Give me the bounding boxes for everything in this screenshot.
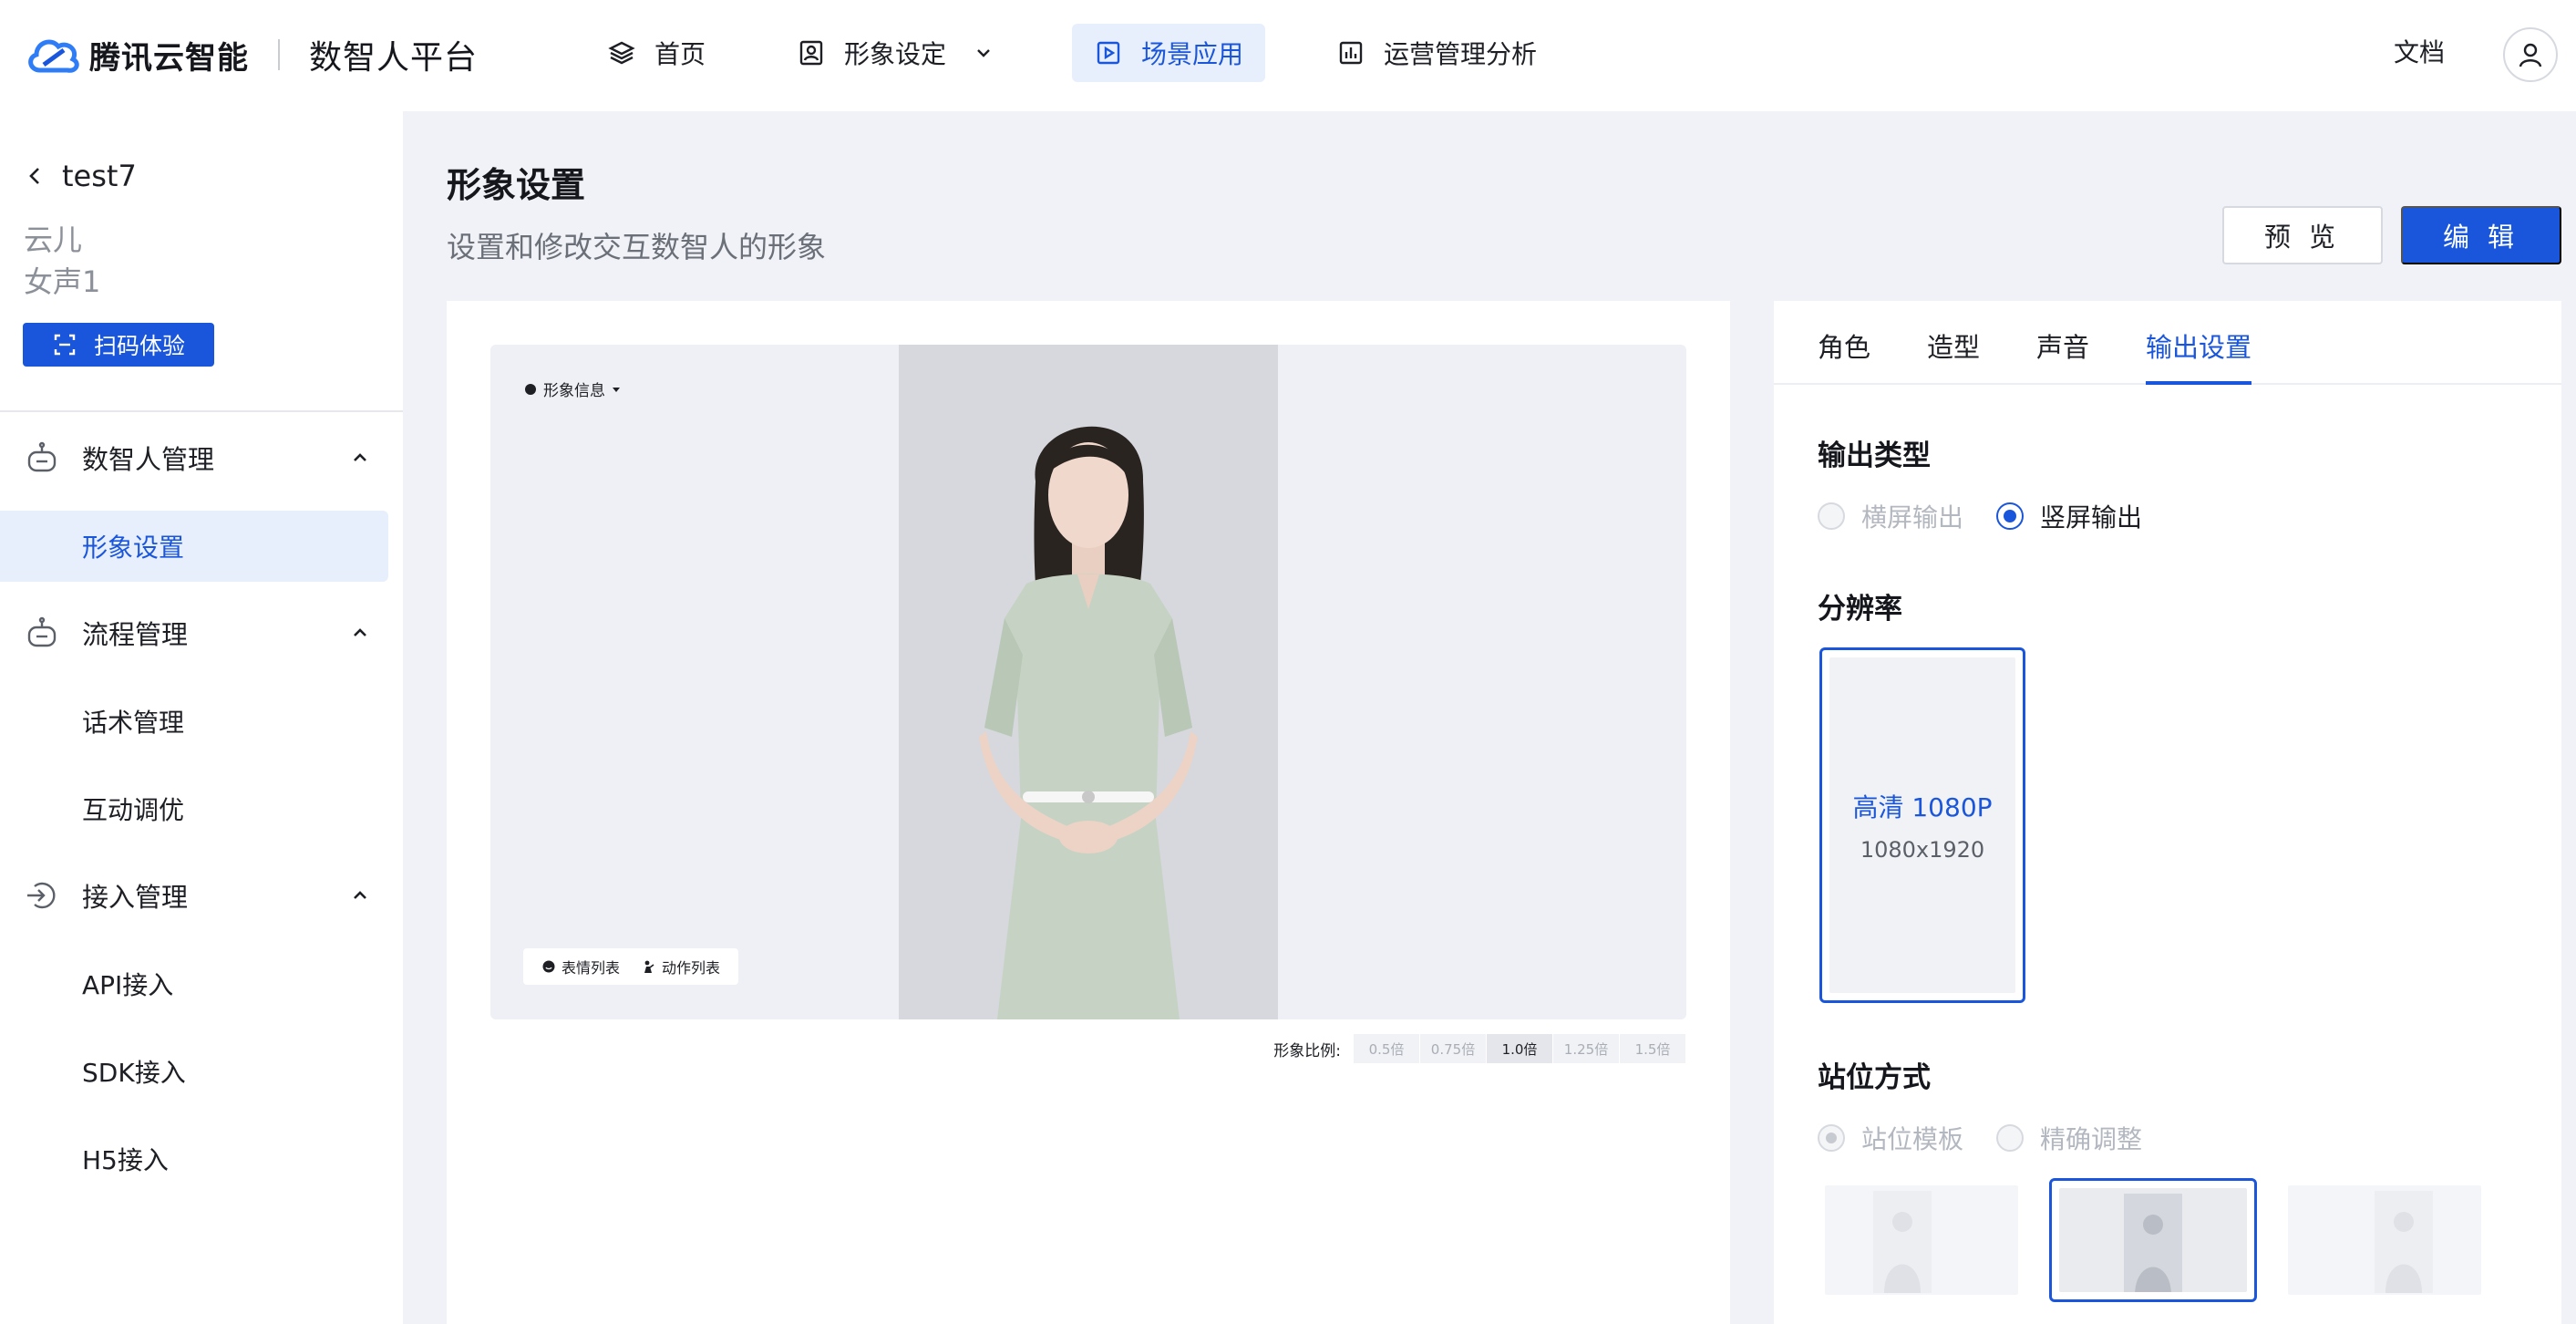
bar-chart-icon [1339,41,1363,65]
sidebar-group-access[interactable]: 接入管理 [24,868,379,923]
brand[interactable]: 腾讯云智能 数智人平台 [24,27,478,82]
sidebar-group-process[interactable]: 流程管理 [24,605,379,660]
list-toolbar: 表情列表 动作列表 [523,948,739,985]
action-list-button[interactable]: 动作列表 [642,956,720,977]
position-title: 站位方式 [1818,1061,1931,1094]
top-navigation: 腾讯云智能 数智人平台 首页 形象设定 场景应用 运营管理分析 文档 [0,0,2576,111]
chevron-left-icon [29,168,39,184]
position-template-center[interactable] [2049,1178,2257,1302]
radio-position-template[interactable]: 站位模板 [1818,1120,1963,1156]
nav-operations[interactable]: 运营管理分析 [1314,24,1559,82]
sidebar-item-sdk[interactable]: SDK接入 [0,1036,388,1107]
back-button[interactable]: test7 [24,159,137,193]
stage-card: 形象信息 表情列表 动作列表 形象比例: 0.5倍 0.75倍 1.0倍 1.2… [447,301,1730,1324]
layers-icon [608,41,635,65]
tab-styling[interactable]: 造型 [1927,326,1980,385]
voice-name: 女声1 [24,264,101,299]
expression-list-button[interactable]: 表情列表 [541,956,620,977]
avatar-name: 云儿 [24,222,83,257]
caret-down-icon [613,387,620,392]
project-name: test7 [62,159,137,193]
robot-icon [27,441,57,472]
preview-button[interactable]: 预 览 [2222,206,2383,264]
smile-icon [542,960,555,973]
login-arrow-icon [27,882,56,909]
tab-role[interactable]: 角色 [1818,326,1870,385]
position-template-left[interactable] [1818,1178,2025,1302]
head-icon [525,383,536,395]
scale-option-0.75[interactable]: 0.75倍 [1420,1034,1487,1063]
portrait-icon [799,40,823,66]
robot-icon [27,616,57,647]
person-silhouette-icon [2375,1191,2434,1293]
position-template-right[interactable] [2281,1178,2488,1302]
scale-option-1.5[interactable]: 1.5倍 [1620,1034,1686,1063]
tab-output-settings[interactable]: 输出设置 [2146,326,2252,385]
nav-scene-app[interactable]: 场景应用 [1072,24,1266,82]
page-title: 形象设置 [447,165,586,205]
docs-link[interactable]: 文档 [2394,33,2445,69]
chevron-up-icon [354,891,366,899]
avatar-info-dropdown[interactable]: 形象信息 [523,378,622,400]
resolution-card-1080p[interactable]: 高清 1080P 1080x1920 [1819,647,2025,1003]
person-action-icon [644,960,654,973]
scale-option-1.0[interactable]: 1.0倍 [1487,1034,1553,1063]
resolution-name: 高清 1080P [1852,792,1993,822]
edit-button[interactable]: 编 辑 [2401,206,2561,264]
position-radios: 站位模板 精确调整 [1818,1120,2175,1156]
radio-precise-adjust[interactable]: 精确调整 [1996,1120,2142,1156]
digital-human-figure [979,426,1198,1019]
avatar-stage: 形象信息 表情列表 动作列表 [490,345,1686,1019]
output-type-radios: 横屏输出 竖屏输出 [1818,498,2175,534]
play-square-icon [1097,41,1120,65]
settings-tabs: 角色 造型 声音 输出设置 [1774,301,2561,385]
scale-selector: 形象比例: 0.5倍 0.75倍 1.0倍 1.25倍 1.5倍 [1273,1034,1686,1063]
brand-product: 数智人平台 [309,39,479,77]
chevron-down-icon[interactable] [972,41,995,65]
settings-panel: 角色 造型 声音 输出设置 输出类型 横屏输出 竖屏输出 分辨率 高清 1080… [1774,301,2561,1324]
output-type-title: 输出类型 [1818,440,1931,472]
scale-label: 形象比例: [1273,1041,1341,1060]
radio-portrait-output[interactable]: 竖屏输出 [1996,498,2142,534]
sidebar-item-tuning[interactable]: 互动调优 [0,773,388,844]
user-icon [2519,43,2542,67]
sidebar: test7 云儿 女声1 扫码体验 数智人管理 形象设置 流程管理 话术管理 互… [0,111,403,1324]
cloud-logo-icon [28,39,79,73]
scale-option-0.5[interactable]: 0.5倍 [1354,1034,1420,1063]
resolution-size: 1080x1920 [1860,837,1985,863]
sidebar-item-h5[interactable]: H5接入 [0,1123,388,1195]
chevron-up-icon [354,628,366,636]
sidebar-item-avatar-setting[interactable]: 形象设置 [0,511,388,582]
radio-landscape-output[interactable]: 横屏输出 [1818,498,1963,534]
user-avatar[interactable] [2503,27,2558,82]
brand-divider [278,39,280,70]
resolution-title: 分辨率 [1818,593,1902,626]
sidebar-group-digital-human[interactable]: 数智人管理 [24,430,379,485]
person-silhouette-icon [2124,1194,2182,1292]
scale-option-1.25[interactable]: 1.25倍 [1553,1034,1620,1063]
sidebar-item-api[interactable]: API接入 [0,948,388,1019]
sidebar-item-script[interactable]: 话术管理 [0,686,388,757]
scan-experience-button[interactable]: 扫码体验 [23,323,214,367]
sidebar-divider [0,410,403,412]
brand-company: 腾讯云智能 [89,39,249,77]
scan-icon [54,334,76,356]
page-subtitle: 设置和修改交互数智人的形象 [447,230,827,264]
nav-avatar-setting[interactable]: 形象设定 [775,24,1017,82]
person-silhouette-icon [1872,1191,1932,1293]
chevron-up-icon [354,453,366,461]
tab-voice[interactable]: 声音 [2036,326,2089,385]
nav-home[interactable]: 首页 [585,24,727,82]
